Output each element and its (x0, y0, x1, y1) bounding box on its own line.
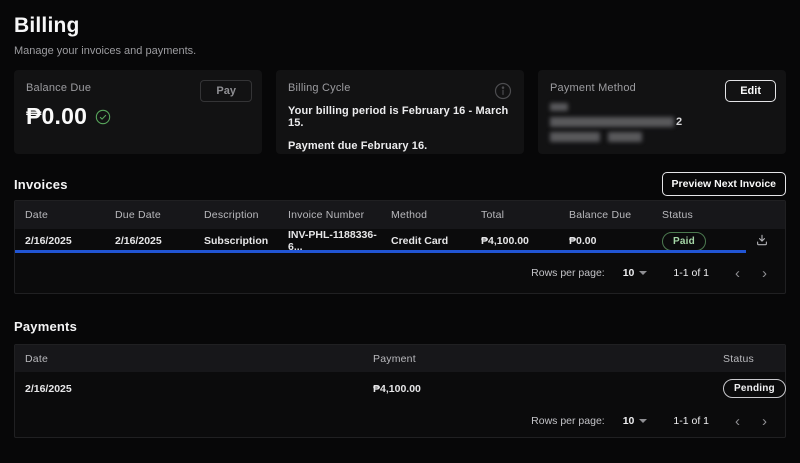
col-payment-date: Date (25, 353, 373, 365)
page-title: Billing (14, 14, 786, 38)
active-row-underline (15, 250, 746, 253)
rows-per-page-select[interactable]: 10 (623, 415, 648, 427)
payment-due-text: Payment due February 16. (288, 140, 512, 152)
redacted-card-info: 2 (550, 102, 774, 143)
invoice-row-wrap: 2/16/2025 2/16/2025 Subscription INV-PHL… (15, 229, 785, 253)
col-total: Total (481, 209, 569, 221)
invoice-total: ₱4,100.00 (481, 235, 569, 247)
edit-payment-method-button[interactable]: Edit (725, 80, 776, 102)
chevron-down-icon (639, 419, 647, 423)
col-description: Description (204, 209, 288, 221)
col-date: Date (25, 209, 115, 221)
page-range: 1-1 of 1 (673, 267, 709, 279)
invoice-description: Subscription (204, 235, 288, 247)
invoice-date: 2/16/2025 (25, 235, 115, 247)
invoices-table-header: Date Due Date Description Invoice Number… (15, 201, 785, 229)
payment-method-card: Payment Method Edit 2 (538, 70, 786, 154)
payments-table-header: Date Payment Status (15, 345, 785, 372)
balance-due-card: Balance Due Pay ₱0.00 (14, 70, 262, 154)
col-payment-status: Status (723, 353, 775, 365)
invoices-table: Date Due Date Description Invoice Number… (14, 200, 786, 294)
balance-amount: ₱0.00 (26, 103, 87, 130)
payments-table: Date Payment Status 2/16/2025 ₱4,100.00 … (14, 344, 786, 438)
col-method: Method (391, 209, 481, 221)
invoices-header: Invoices Preview Next Invoice (14, 173, 786, 195)
billing-page: Billing Manage your invoices and payment… (0, 0, 800, 463)
col-balance-due: Balance Due (569, 209, 662, 221)
col-due-date: Due Date (115, 209, 204, 221)
card-last-digit: 2 (676, 116, 682, 128)
invoice-due-date: 2/16/2025 (115, 235, 204, 247)
rows-per-page-select[interactable]: 10 (623, 267, 648, 279)
invoices-title: Invoices (14, 177, 68, 192)
payment-table-row[interactable]: 2/16/2025 ₱4,100.00 Pending (15, 372, 785, 405)
page-range: 1-1 of 1 (673, 415, 709, 427)
chevron-down-icon (639, 271, 647, 275)
status-badge-pending: Pending (723, 379, 786, 398)
next-page-button[interactable]: › (762, 266, 767, 281)
billing-cycle-label: Billing Cycle (288, 82, 512, 94)
rows-per-page-label: Rows per page: (531, 267, 605, 279)
summary-cards: Balance Due Pay ₱0.00 Billing Cycle Your… (14, 70, 786, 154)
rows-per-page-label: Rows per page: (531, 415, 605, 427)
col-status: Status (662, 209, 742, 221)
billing-period-text: Your billing period is February 16 - Mar… (288, 105, 512, 129)
invoice-method: Credit Card (391, 235, 481, 247)
preview-next-invoice-button[interactable]: Preview Next Invoice (662, 172, 786, 196)
invoices-pagination: Rows per page: 10 1-1 of 1 ‹ › (15, 253, 785, 293)
info-icon[interactable] (494, 82, 512, 105)
payments-header: Payments (14, 318, 786, 334)
prev-page-button[interactable]: ‹ (735, 266, 740, 281)
pay-button[interactable]: Pay (200, 80, 252, 102)
col-invoice-number: Invoice Number (288, 209, 391, 221)
payment-amount: ₱4,100.00 (373, 383, 723, 395)
billing-cycle-card: Billing Cycle Your billing period is Feb… (276, 70, 524, 154)
check-circle-icon (95, 109, 111, 125)
invoice-balance-due: ₱0.00 (569, 235, 662, 247)
status-badge-paid: Paid (662, 232, 706, 251)
payments-pagination: Rows per page: 10 1-1 of 1 ‹ › (15, 405, 785, 437)
download-invoice-icon[interactable] (755, 233, 769, 247)
col-payment: Payment (373, 353, 723, 365)
payment-date: 2/16/2025 (25, 383, 373, 395)
payments-title: Payments (14, 319, 77, 334)
prev-page-button[interactable]: ‹ (735, 414, 740, 429)
next-page-button[interactable]: › (762, 414, 767, 429)
page-subtitle: Manage your invoices and payments. (14, 45, 786, 57)
